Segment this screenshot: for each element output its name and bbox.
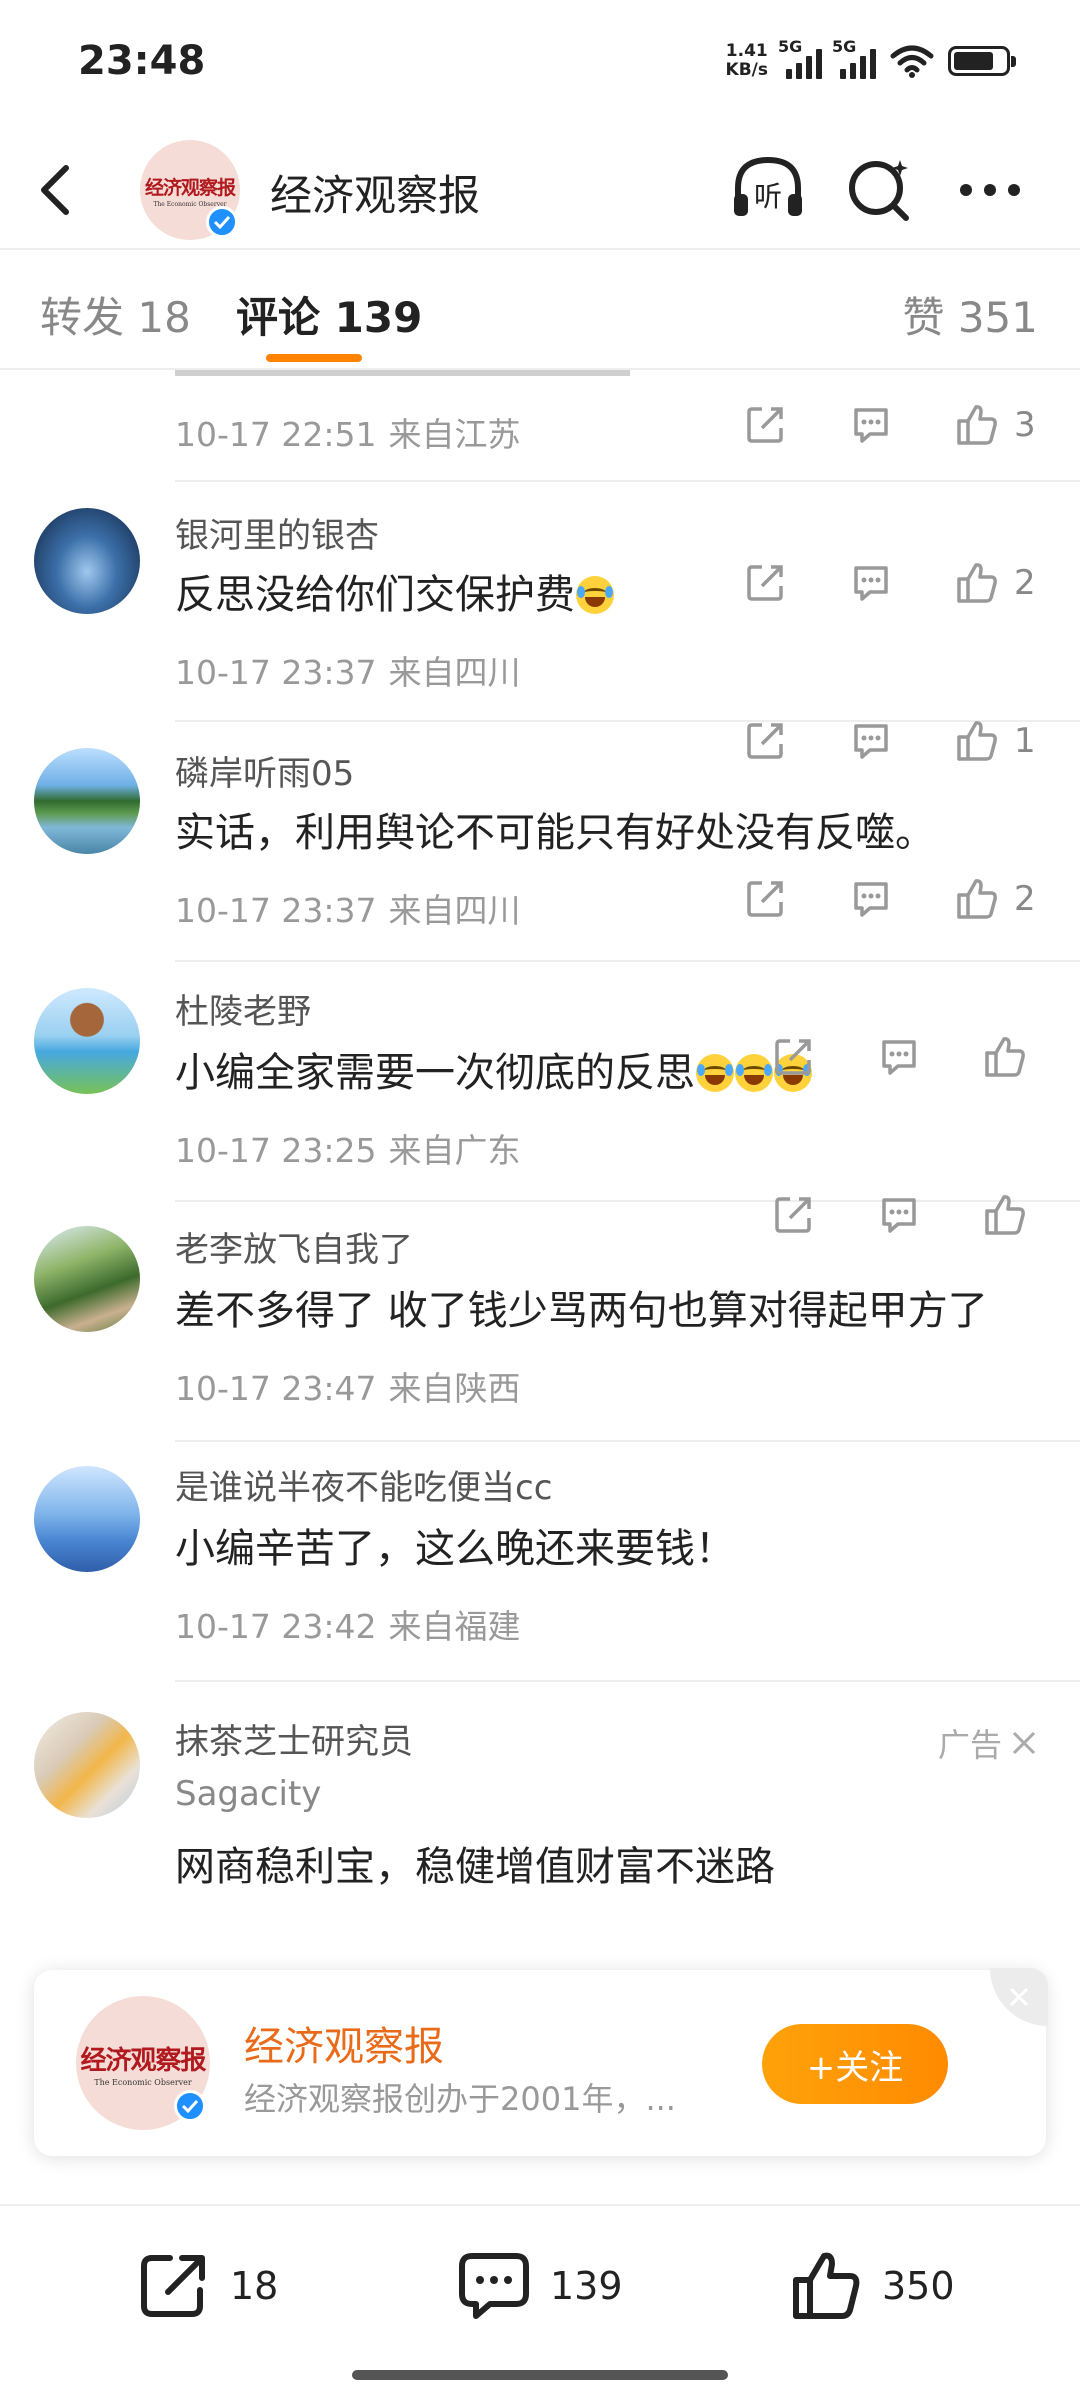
tab-active-indicator: [266, 354, 362, 362]
close-icon[interactable]: [1010, 1729, 1038, 1757]
follow-card[interactable]: 经济观察报 The Economic Observer 经济观察报 经济观察报创…: [34, 1968, 1048, 2156]
battery-icon: [948, 46, 1016, 76]
search-icon[interactable]: [840, 150, 920, 230]
like-icon[interactable]: [980, 1032, 1030, 1082]
like-icon[interactable]: [980, 1190, 1030, 1240]
reply-icon[interactable]: [874, 1190, 924, 1240]
share-icon[interactable]: [768, 1032, 818, 1082]
ad-text[interactable]: 网商稳利宝，稳健增值财富不迷路: [175, 1834, 775, 1892]
reply-icon[interactable]: [874, 1032, 924, 1082]
comment-button[interactable]: 139: [456, 2248, 623, 2324]
share-icon[interactable]: [740, 400, 790, 450]
comment-meta: 10-17 22:51 来自江苏: [175, 415, 521, 454]
network-speed: 1.41 KB/s: [725, 41, 768, 80]
comment-meta: 10-17 23:42 来自福建: [175, 1607, 521, 1646]
ad-brand: Sagacity: [175, 1774, 322, 1814]
divider: [175, 1680, 1080, 1682]
comment-text: 小编全家需要一次彻底的反思: [175, 1040, 812, 1098]
verified-badge-icon: [206, 206, 238, 238]
comment-author[interactable]: 是谁说半夜不能吃便当cc: [175, 1460, 552, 1509]
divider: [175, 1440, 1080, 1442]
reply-icon[interactable]: [846, 716, 896, 766]
tab-repost[interactable]: 转发 18: [40, 284, 191, 345]
reply-icon[interactable]: [846, 400, 896, 450]
comment-author[interactable]: 磷岸听雨05: [175, 746, 354, 795]
status-icons: 1.41 KB/s 5G 5G: [725, 36, 1016, 86]
like-count: 3: [1014, 405, 1036, 445]
back-arrow-icon[interactable]: [30, 160, 80, 220]
avatar[interactable]: [34, 1466, 140, 1572]
comment-text: 小编辛苦了，这么晚还来要钱！: [175, 1526, 735, 1572]
comment-actions: 1: [740, 716, 1036, 766]
comment-text: 实话，利用舆论不可能只有好处没有反噬。: [175, 810, 935, 856]
comment-meta: 10-17 23:47 来自陕西: [175, 1369, 521, 1408]
comment-icon: [459, 2253, 529, 2319]
reply-icon[interactable]: [846, 874, 896, 924]
like-icon[interactable]: [952, 400, 1002, 450]
wifi-icon: [890, 45, 934, 78]
comment-actions: [768, 1032, 1030, 1082]
reply-icon[interactable]: [846, 558, 896, 608]
follow-button[interactable]: +关注: [762, 2024, 948, 2104]
comment-meta: 10-17 23:25 来自广东: [175, 1131, 521, 1170]
comment-image-edge: [175, 370, 630, 376]
signal-icon-2: 5G: [832, 37, 876, 79]
signal-icon: 5G: [778, 37, 822, 79]
headphones-listen-icon[interactable]: 听: [728, 150, 808, 230]
comment-actions: 2: [740, 874, 1036, 924]
avatar[interactable]: [34, 748, 140, 854]
like-button[interactable]: 350: [788, 2248, 955, 2324]
like-count: 2: [1014, 563, 1036, 603]
laugh-cry-emoji-icon: [576, 576, 614, 614]
like-icon[interactable]: [952, 716, 1002, 766]
card-account-name[interactable]: 经济观察报: [244, 2014, 444, 2072]
share-icon[interactable]: [740, 874, 790, 924]
comment-actions: 3: [740, 400, 1036, 450]
repost-button[interactable]: 18: [136, 2248, 278, 2324]
divider: [175, 960, 1080, 962]
like-count: 2: [1014, 879, 1036, 919]
divider: [175, 480, 1080, 482]
tab-likes[interactable]: 赞 351: [902, 284, 1038, 345]
comment-text: 反思没给你们交保护费: [175, 562, 614, 620]
status-time: 23:48: [78, 38, 206, 84]
like-icon[interactable]: [952, 874, 1002, 924]
like-icon[interactable]: [952, 558, 1002, 608]
avatar[interactable]: [34, 508, 140, 614]
comment-author[interactable]: 银河里的银杏: [175, 508, 379, 557]
comment-author[interactable]: 老李放飞自我了: [175, 1222, 413, 1271]
comment-actions: [768, 1190, 1030, 1240]
ad-author[interactable]: 抹茶芝士研究员: [175, 1714, 413, 1763]
share-icon[interactable]: [740, 558, 790, 608]
verified-badge-icon: [174, 2090, 206, 2122]
comment-meta: 10-17 23:37 来自四川: [175, 891, 521, 930]
comment-text: 差不多得了 收了钱少骂两句也算对得起甲方了: [175, 1288, 988, 1334]
close-icon[interactable]: [990, 1968, 1048, 2026]
share-icon[interactable]: [768, 1190, 818, 1240]
more-icon[interactable]: [950, 150, 1030, 230]
comment-meta: 10-17 23:37 来自四川: [175, 653, 521, 692]
avatar[interactable]: [34, 988, 140, 1094]
card-description: 经济观察报创办于2001年，...: [244, 2080, 676, 2118]
like-count: 1: [1014, 721, 1036, 761]
comment-actions: 2: [740, 558, 1036, 608]
tab-comments[interactable]: 评论 139: [236, 284, 422, 345]
svg-text:听: 听: [754, 180, 782, 213]
thumbs-up-icon: [793, 2252, 860, 2319]
page-title: 经济观察报: [270, 171, 481, 220]
share-icon[interactable]: [740, 716, 790, 766]
home-indicator: [352, 2370, 728, 2380]
ad-tag[interactable]: 广告: [938, 1720, 1038, 1766]
repost-icon: [141, 2255, 205, 2317]
laugh-cry-emoji-icon: [696, 1054, 734, 1092]
avatar[interactable]: [34, 1712, 140, 1818]
avatar[interactable]: [34, 1226, 140, 1332]
comment-author[interactable]: 杜陵老野: [175, 984, 311, 1033]
